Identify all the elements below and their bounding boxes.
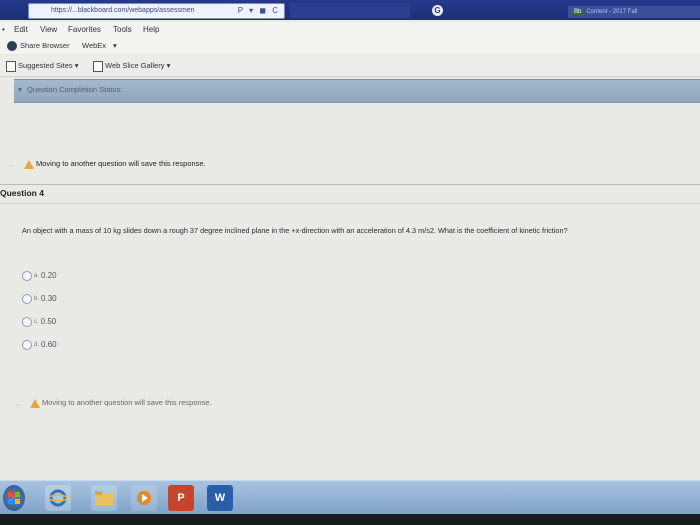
radio-button[interactable] — [22, 339, 32, 350]
page-icon — [93, 60, 103, 72]
share-browser-button[interactable]: Share Browser — [20, 38, 70, 54]
save-notice-top: Moving to another question will save thi… — [24, 156, 206, 172]
word-icon[interactable]: W — [207, 485, 233, 511]
web-slice-gallery-label: Web Slice Gallery — [105, 61, 165, 70]
chevron-down-icon: ▾ — [18, 85, 22, 94]
webex-dropdown-icon[interactable]: ▾ — [113, 38, 117, 54]
taskbar: P W — [0, 480, 700, 515]
page-icon — [6, 60, 16, 72]
option-value: 0.50 — [40, 317, 57, 326]
browser-titlebar: https://...blackboard.com/webapps/assess… — [0, 0, 700, 20]
option-letter: c. — [34, 319, 39, 325]
option-value: 0.20 — [41, 271, 57, 280]
browser-circle-icon[interactable]: G — [432, 5, 443, 16]
address-controls[interactable]: P ▾ ◼ C — [238, 4, 280, 18]
blackboard-icon: Bb — [572, 9, 584, 15]
question-header: Question 4 — [0, 184, 700, 201]
option-value: 0.30 — [41, 294, 57, 303]
save-notice-bottom: Moving to another question will save thi… — [30, 395, 212, 411]
dropdown-arrow-icon: ▾ — [166, 61, 171, 70]
folder-icon[interactable] — [91, 485, 117, 511]
menu-item-help[interactable]: Help — [143, 22, 159, 38]
internet-explorer-icon[interactable] — [45, 485, 71, 511]
suggested-sites-label: Suggested Sites — [18, 61, 73, 70]
arrow-icon: → — [6, 159, 15, 169]
warning-icon — [30, 398, 40, 408]
menu-edge: • — [2, 25, 5, 34]
address-bar[interactable]: https://...blackboard.com/webapps/assess… — [28, 3, 285, 19]
browser-tab-content[interactable]: Bb Content - 2017 Fall — [568, 6, 700, 18]
command-bar: Share Browser WebEx ▾ — [0, 38, 700, 54]
menu-item-view[interactable]: View — [40, 22, 57, 38]
start-button[interactable] — [3, 485, 25, 511]
powerpoint-icon[interactable]: P — [168, 485, 194, 511]
question-text: An object with a mass of 10 kg slides do… — [22, 226, 568, 235]
completion-status-label: Question Completion Status: — [27, 85, 123, 94]
tab-title: Content - 2017 Fall — [586, 9, 638, 15]
radio-button[interactable] — [22, 270, 32, 281]
save-notice-text: Moving to another question will save thi… — [42, 398, 212, 407]
new-tab-area[interactable] — [290, 3, 410, 18]
question-title: Question 4 — [0, 188, 44, 198]
option-value: 0.60 — [41, 340, 57, 349]
question-completion-status[interactable]: ▾ Question Completion Status: — [14, 79, 700, 103]
menu-item-tools[interactable]: Tools — [113, 22, 132, 38]
radio-button[interactable] — [22, 293, 32, 304]
answer-option-d[interactable]: d. 0.60 — [22, 339, 57, 351]
arrow-icon: → — [12, 398, 21, 408]
answer-option-c[interactable]: c. 0.50 — [22, 316, 56, 328]
answer-option-b[interactable]: b. 0.30 — [22, 293, 57, 305]
option-letter: d. — [34, 342, 40, 348]
menu-bar: • Edit View Favorites Tools Help — [0, 22, 700, 38]
menu-item-edit[interactable]: Edit — [14, 22, 28, 38]
address-url[interactable]: https://...blackboard.com/webapps/assess… — [51, 4, 195, 18]
save-notice-text: Moving to another question will save thi… — [36, 159, 206, 168]
share-browser-icon — [7, 41, 17, 51]
media-player-icon[interactable] — [131, 485, 157, 511]
dropdown-arrow-icon: ▾ — [74, 61, 79, 70]
option-letter: b. — [34, 296, 40, 302]
web-slice-gallery-link[interactable]: Web Slice Gallery ▾ — [93, 56, 170, 76]
windows-logo-icon — [8, 492, 20, 504]
radio-button[interactable] — [22, 316, 32, 327]
option-letter: a. — [34, 273, 40, 279]
suggested-sites-link[interactable]: Suggested Sites ▾ — [6, 56, 78, 76]
menu-item-favorites[interactable]: Favorites — [68, 22, 101, 38]
monitor-bezel — [0, 514, 700, 525]
divider — [0, 203, 700, 204]
favorites-bar: Suggested Sites ▾ Web Slice Gallery ▾ — [0, 56, 700, 77]
webex-button[interactable]: WebEx — [82, 38, 106, 54]
answer-option-a[interactable]: a. 0.20 — [22, 270, 57, 282]
warning-icon — [24, 159, 34, 169]
